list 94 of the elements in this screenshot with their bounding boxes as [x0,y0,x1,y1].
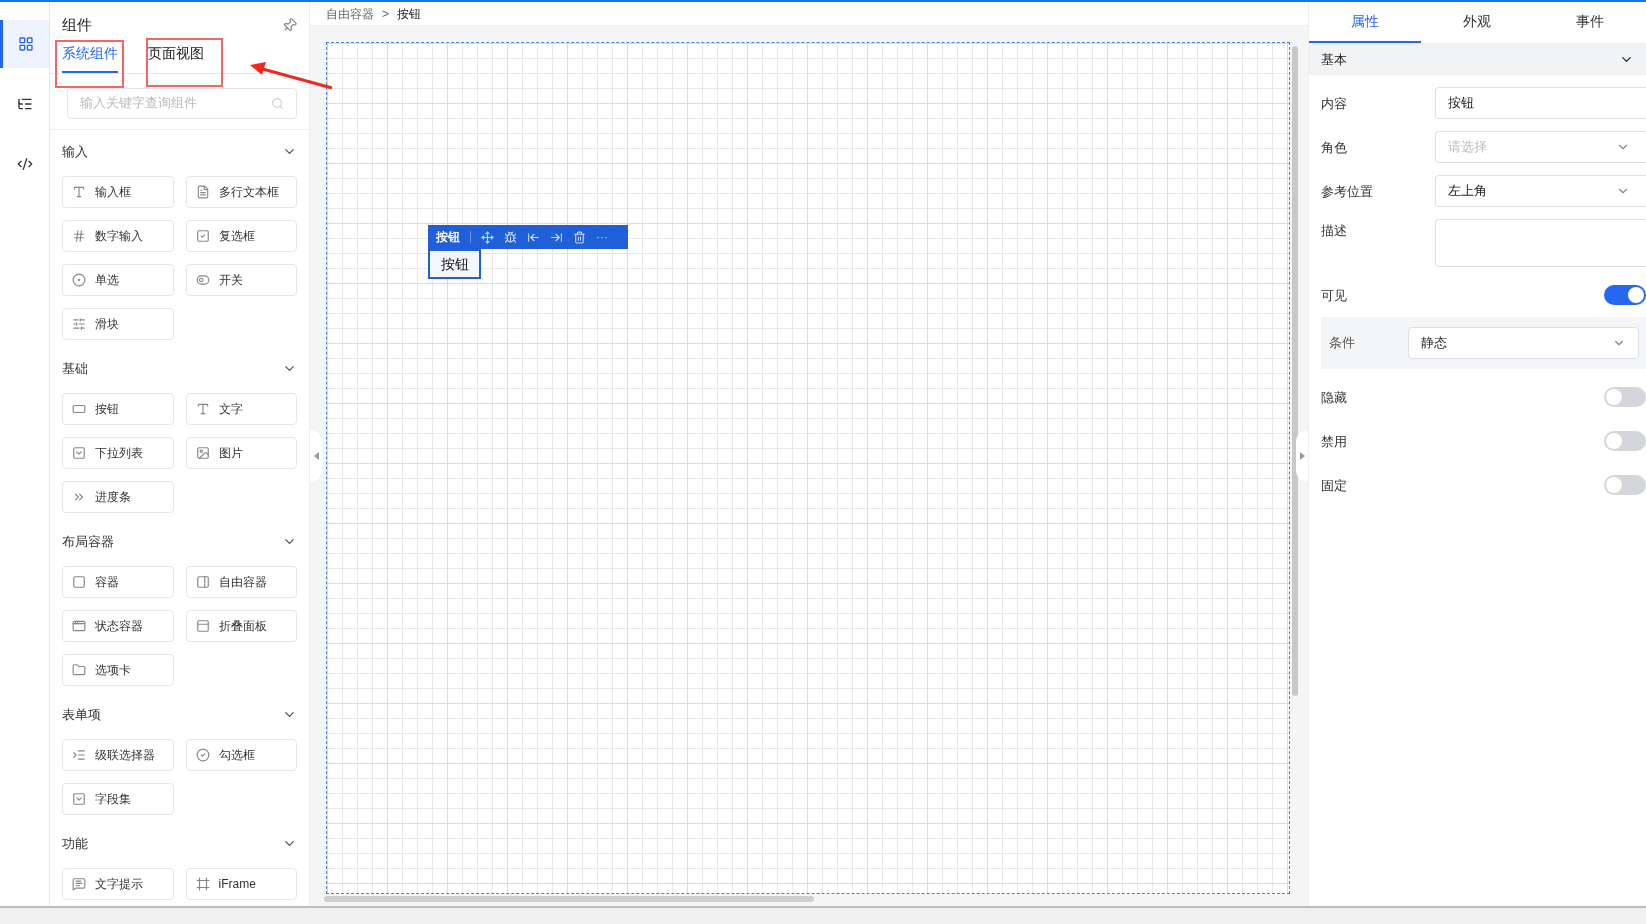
breadcrumb-separator: > [382,5,389,23]
toggle-switch[interactable] [1604,387,1646,407]
panel-tab[interactable]: 系统组件 [62,42,118,73]
sidebar-tab[interactable] [0,20,49,68]
field-label: 角色 [1321,139,1348,158]
panel-tab[interactable]: 页面视图 [148,42,204,73]
component-item[interactable]: 选项卡 [62,653,174,686]
text-field[interactable]: 按钮 [1435,87,1646,119]
toolbar-label: 按钮 [436,229,460,246]
breadcrumb-item[interactable]: 按钮 [397,4,421,23]
panel-title: 组件 [62,15,92,35]
toggle-switch[interactable] [1604,285,1646,305]
highlight-frame [55,40,124,88]
field-label: 隐藏 [1321,389,1348,408]
component-item[interactable]: 开关 [185,263,297,296]
component-item[interactable]: 多行文本框 [185,175,297,208]
field-label: 参考位置 [1321,183,1374,202]
design-canvas[interactable]: 按钮 ··· 按钮 [326,42,1290,894]
section-title: 输入 [62,142,88,161]
inspector-tab[interactable]: 事件 [1533,2,1646,43]
component-icon [195,184,210,199]
delete-icon[interactable] [573,230,586,244]
component-item[interactable]: 文字 [185,392,297,425]
component-icon [195,272,210,287]
component-item[interactable]: 数字输入 [62,219,174,252]
component-item[interactable]: 输入框 [62,175,174,208]
component-item[interactable]: 单选 [62,263,174,296]
component-icon [72,228,86,243]
section-title: 表单项 [62,705,101,724]
field-label: 固定 [1321,477,1348,496]
component-item[interactable]: 进度条 [62,480,174,513]
section-title: 基础 [62,359,88,378]
code-icon [16,156,33,172]
component-icon [72,662,86,677]
component-item[interactable]: 字段集 [62,782,174,815]
scrollbar[interactable] [324,896,814,902]
component-item[interactable]: 下拉列表 [62,436,174,469]
component-item[interactable]: 按钮 [62,392,174,425]
caret-left-icon [313,452,319,460]
component-item[interactable]: iFrame [185,867,297,900]
component-icon [72,791,86,806]
component-item[interactable]: 复选框 [185,219,297,252]
component-icon [72,574,86,589]
component-item[interactable]: 折叠面板 [185,609,297,642]
toggle-switch[interactable] [1604,475,1646,495]
search-icon [271,96,284,110]
field-label: 禁用 [1321,433,1348,452]
component-icon [195,445,210,460]
move-icon[interactable] [481,230,494,244]
field-label: 条件 [1328,334,1356,353]
collapse-handle[interactable] [310,430,322,482]
component-icon [72,316,86,331]
inspector-tab[interactable]: 外观 [1421,2,1534,43]
component-icon [72,272,86,287]
toggle-switch[interactable] [1604,431,1646,451]
component-icon [72,876,86,891]
align-right-icon[interactable] [550,230,563,244]
component-item[interactable]: 容器 [62,565,174,598]
component-icon [72,184,86,199]
grid-icon [18,36,34,52]
field-label: 可见 [1321,287,1348,306]
component-icon [195,876,210,891]
description-field[interactable] [1435,219,1646,267]
component-item[interactable]: 文字提示 [62,867,174,900]
align-left-icon[interactable] [527,230,540,244]
component-icon [72,445,86,460]
component-item[interactable]: 图片 [185,436,297,469]
component-icon [195,228,210,243]
component-icon [195,618,210,633]
caret-right-icon [1299,452,1305,460]
field-label: 描述 [1321,222,1348,240]
section-header[interactable]: 基本 [1309,44,1646,75]
field-label: 内容 [1321,95,1348,114]
component-item[interactable]: 级联选择器 [62,738,174,771]
select-field[interactable]: 左上角 [1435,175,1646,207]
component-item[interactable]: 滑块 [62,307,174,340]
component-item[interactable]: 自由容器 [185,565,297,598]
component-item[interactable]: 状态容器 [62,609,174,642]
scrollbar[interactable] [1292,46,1298,696]
component-icon [72,747,86,762]
component-icon [195,574,210,589]
component-icon [72,618,86,633]
select-field[interactable]: 静态 [1408,327,1639,359]
section-title: 布局容器 [62,532,114,551]
component-item[interactable]: 勾选框 [185,738,297,771]
more-button[interactable]: ··· [596,228,608,246]
collapse-handle[interactable] [1296,430,1308,482]
bug-icon[interactable] [504,230,517,244]
section-title: 功能 [62,834,88,853]
tree-list-icon [16,96,33,112]
component-icon [195,747,210,762]
breadcrumb-item[interactable]: 自由容器 [326,4,374,23]
canvas-button[interactable]: 按钮 [428,249,481,279]
component-icon [195,401,210,416]
